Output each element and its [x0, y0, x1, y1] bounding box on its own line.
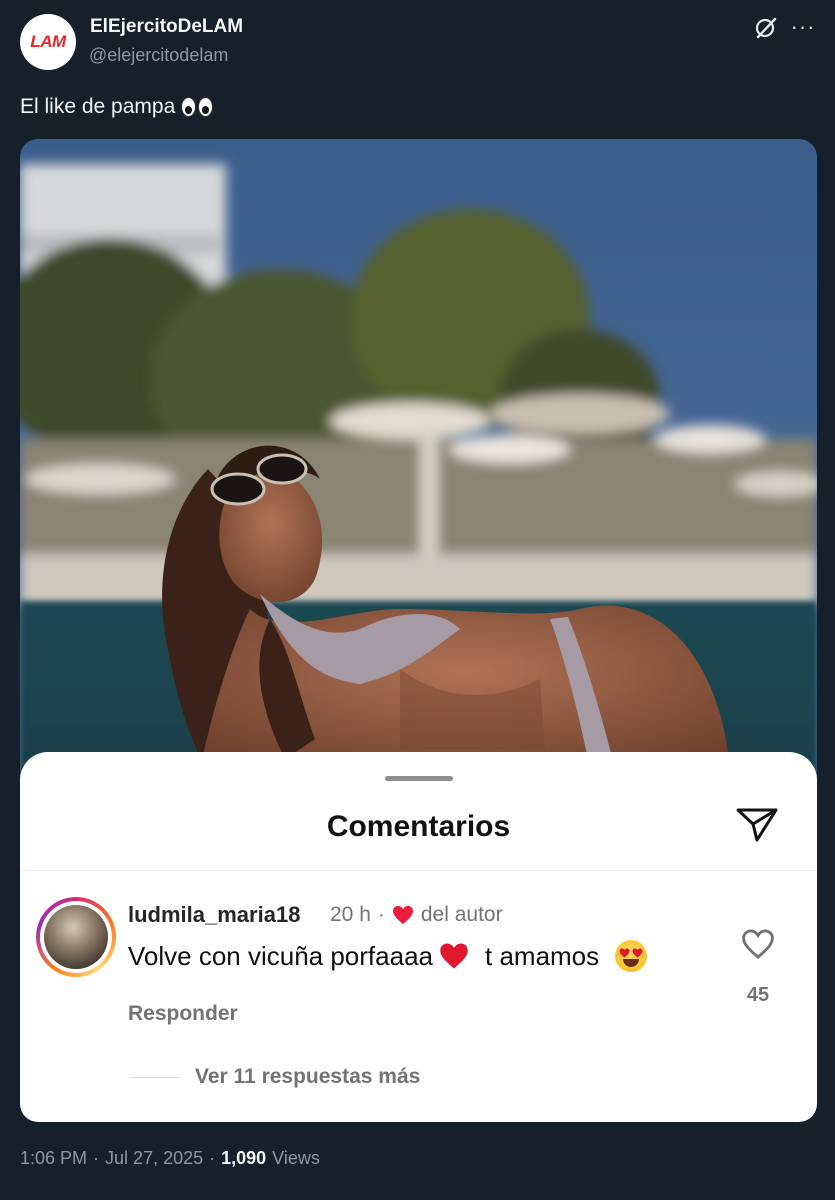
heart-eyes-emoji-icon	[615, 940, 648, 972]
send-share-icon[interactable]	[734, 804, 780, 844]
grok-icon[interactable]	[754, 16, 778, 40]
comments-sheet: Comentarios ludmila_maria18 20 h · del a…	[20, 752, 817, 1122]
views-count[interactable]: 1,090	[221, 1148, 266, 1169]
commenter-photo	[44, 905, 108, 969]
red-heart-emoji-icon	[440, 943, 468, 969]
tweet-text: El like de pampa	[20, 95, 214, 119]
comment-time: 20 h	[330, 903, 371, 926]
reply-button[interactable]: Responder	[128, 1002, 238, 1026]
more-options-icon[interactable]: ···	[790, 14, 816, 40]
comment-like-heart-icon[interactable]	[741, 928, 775, 960]
tweet-date[interactable]: Jul 27, 2025	[105, 1148, 203, 1169]
comment-text-part1: Volve con vicuña porfaaaa	[128, 940, 433, 971]
tweet-text-content: El like de pampa	[20, 95, 176, 118]
display-name[interactable]: ElEjercitoDeLAM	[90, 16, 243, 38]
comment-meta: 20 h · del autor	[330, 903, 503, 927]
account-handle[interactable]: @elejercitodelam	[89, 45, 228, 66]
tweet-media-image[interactable]: Comentarios ludmila_maria18 20 h · del a…	[20, 139, 817, 1122]
author-like-label: del autor	[420, 903, 503, 926]
author-liked-heart-icon	[392, 905, 413, 925]
comment-text-part2: t amamos	[485, 940, 600, 971]
sheet-divider	[20, 870, 817, 871]
commenter-avatar[interactable]	[36, 897, 116, 977]
meta-separator-2: ·	[209, 1148, 216, 1168]
sheet-drag-handle[interactable]	[385, 776, 453, 781]
eyes-emoji-icon	[181, 97, 214, 117]
avatar-logo: LAM	[30, 32, 66, 51]
view-more-replies-button[interactable]: Ver 11 respuestas más	[195, 1065, 420, 1089]
comment-like-count: 45	[746, 984, 770, 1006]
replies-divider-line	[130, 1077, 180, 1078]
meta-separator: ·	[377, 903, 385, 926]
commenter-username[interactable]: ludmila_maria18	[128, 902, 300, 928]
comments-title: Comentarios	[326, 810, 511, 843]
views-label[interactable]: Views	[272, 1148, 320, 1169]
tweet-time[interactable]: 1:06 PM	[20, 1148, 87, 1169]
comment-text: Volve con vicuña porfaaaa t amamos	[128, 940, 648, 972]
account-avatar[interactable]: LAM	[20, 14, 76, 70]
meta-separator-1: ·	[93, 1148, 100, 1168]
tweet-metadata: 1:06 PM · Jul 27, 2025 · 1,090 Views	[20, 1148, 320, 1169]
